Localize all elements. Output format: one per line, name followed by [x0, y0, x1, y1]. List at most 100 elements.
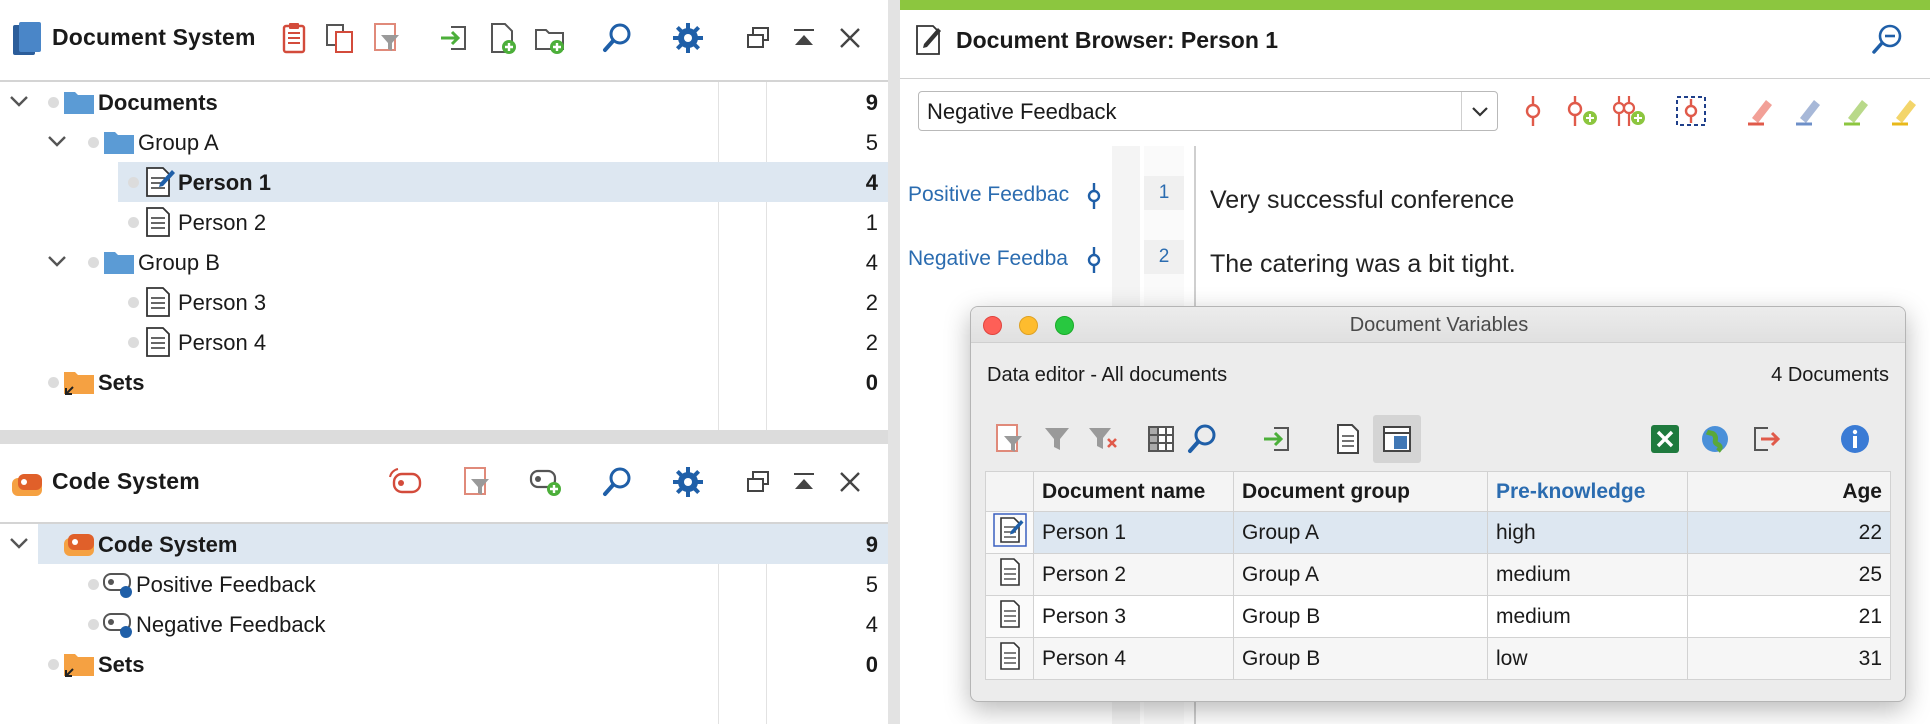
cell-document-group[interactable]: Group B	[1233, 595, 1488, 638]
filter-codes-icon[interactable]	[456, 462, 496, 502]
code-marker-icon[interactable]	[1084, 245, 1104, 275]
code-selector-dropdown[interactable]: Negative Feedback	[918, 91, 1498, 131]
table-row[interactable]: Person 3 Group B medium 21	[985, 595, 1891, 638]
cell-document-name[interactable]: Person 4	[1033, 637, 1234, 680]
cell-pre-knowledge[interactable]: low	[1487, 637, 1688, 680]
tree-row-group-a[interactable]: Group A 5	[0, 122, 888, 162]
new-document-group-icon[interactable]	[530, 18, 570, 58]
table-row[interactable]: Person 4 Group B low 31	[985, 637, 1891, 680]
activate-documents-icon[interactable]	[274, 18, 314, 58]
export-icon[interactable]	[1741, 415, 1789, 463]
cell-pre-knowledge[interactable]: medium	[1487, 553, 1688, 596]
cell-pre-knowledge[interactable]: medium	[1487, 595, 1688, 638]
cell-document-name[interactable]: Person 1	[1033, 511, 1234, 554]
tree-label: Person 3	[178, 290, 267, 315]
chevron-down-icon[interactable]	[6, 88, 32, 114]
highlighter-yellow-icon[interactable]	[1886, 92, 1924, 130]
cell-age[interactable]: 31	[1687, 637, 1891, 680]
row-icon-cell[interactable]	[985, 511, 1034, 554]
coding-stripe-label[interactable]: Negative Feedba	[908, 247, 1080, 271]
tree-row-code-system[interactable]: Code System 9	[38, 524, 888, 564]
clear-filter-icon[interactable]	[1079, 415, 1127, 463]
globe-export-icon[interactable]	[1691, 415, 1739, 463]
collapse-panel-icon[interactable]	[784, 18, 824, 58]
chevron-down-icon[interactable]	[44, 248, 70, 274]
cell-age[interactable]: 21	[1687, 595, 1891, 638]
tree-count: 5	[865, 130, 878, 155]
code-marker-icon[interactable]	[1514, 92, 1552, 130]
close-panel-icon[interactable]	[830, 462, 870, 502]
new-code-icon[interactable]	[526, 462, 566, 502]
code-marker-icon[interactable]	[1084, 181, 1104, 211]
column-header[interactable]: Document group	[1233, 471, 1488, 512]
undock-window-icon[interactable]	[738, 18, 778, 58]
active-window-bar	[900, 0, 1930, 10]
cell-document-group[interactable]: Group A	[1233, 553, 1488, 596]
multi-code-marker-icon[interactable]	[1610, 92, 1648, 130]
tree-row-person-4[interactable]: Person 4 2	[0, 322, 888, 362]
cell-age[interactable]: 25	[1687, 553, 1891, 596]
cell-pre-knowledge[interactable]: high	[1487, 511, 1688, 554]
import-icon[interactable]	[434, 18, 474, 58]
filter-document-icon[interactable]	[985, 415, 1033, 463]
tree-row-person-2[interactable]: Person 2 1	[0, 202, 888, 242]
add-code-marker-icon[interactable]	[1562, 92, 1600, 130]
selection-marker-icon[interactable]	[1672, 92, 1710, 130]
row-icon-cell[interactable]	[985, 595, 1034, 638]
dropdown-arrow[interactable]	[1461, 92, 1497, 130]
info-icon[interactable]	[1831, 415, 1879, 463]
tree-row-person-1[interactable]: Person 1 4	[118, 162, 888, 202]
cell-document-name[interactable]: Person 3	[1033, 595, 1234, 638]
cell-document-group[interactable]: Group A	[1233, 511, 1488, 554]
tree-row-group-b[interactable]: Group B 4	[0, 242, 888, 282]
highlighter-green-icon[interactable]	[1838, 92, 1876, 130]
data-view-toggle-icon[interactable]	[1373, 415, 1421, 463]
highlighter-red-icon[interactable]	[1742, 92, 1780, 130]
column-header[interactable]: Age	[1687, 471, 1891, 512]
tree-row-negative-feedback[interactable]: Negative Feedback 4	[0, 604, 888, 644]
tree-count: 1	[865, 210, 878, 235]
cell-document-group[interactable]: Group B	[1233, 637, 1488, 680]
search-icon[interactable]	[1179, 415, 1227, 463]
vertical-splitter[interactable]	[888, 0, 900, 724]
close-panel-icon[interactable]	[830, 18, 870, 58]
coding-stripe-label[interactable]: Positive Feedbac	[908, 183, 1080, 207]
tree-row-documents[interactable]: Documents 9	[0, 82, 888, 122]
search-icon[interactable]	[598, 462, 638, 502]
window-titlebar[interactable]: Document Variables	[971, 307, 1905, 343]
document-list-icon[interactable]	[1325, 415, 1373, 463]
row-icon-cell[interactable]	[985, 553, 1034, 596]
row-icon-cell[interactable]	[985, 637, 1034, 680]
column-header[interactable]: Pre-knowledge	[1487, 471, 1688, 512]
chevron-down-icon[interactable]	[44, 128, 70, 154]
filter-documents-icon[interactable]	[366, 18, 406, 58]
cell-age[interactable]: 22	[1687, 511, 1891, 554]
tree-row-code-sets[interactable]: Sets 0	[0, 644, 888, 684]
tree-count: 0	[865, 370, 878, 395]
search-icon[interactable]	[598, 18, 638, 58]
zoom-out-icon[interactable]	[1870, 22, 1910, 58]
sets-folder-icon	[64, 372, 94, 395]
horizontal-splitter[interactable]	[0, 430, 888, 444]
new-document-icon[interactable]	[482, 18, 522, 58]
tree-row-sets[interactable]: Sets 0	[0, 362, 888, 402]
chevron-down-icon[interactable]	[6, 530, 32, 556]
copy-documents-icon[interactable]	[320, 18, 360, 58]
settings-gear-icon[interactable]	[668, 18, 708, 58]
tree-row-person-3[interactable]: Person 3 2	[0, 282, 888, 322]
highlighter-blue-icon[interactable]	[1790, 92, 1828, 130]
filter-icon[interactable]	[1033, 415, 1081, 463]
cell-document-name[interactable]: Person 2	[1033, 553, 1234, 596]
column-header[interactable]: Document name	[1033, 471, 1234, 512]
collapse-panel-icon[interactable]	[784, 462, 824, 502]
import-data-icon[interactable]	[1253, 415, 1301, 463]
table-row[interactable]: Person 1 Group A high 22	[985, 511, 1891, 554]
tree-count: 5	[865, 572, 878, 597]
table-row[interactable]: Person 2 Group A medium 25	[985, 553, 1891, 596]
variable-list-icon[interactable]	[1137, 415, 1185, 463]
tree-row-positive-feedback[interactable]: Positive Feedback 5	[0, 564, 888, 604]
settings-gear-icon[interactable]	[668, 462, 708, 502]
undock-window-icon[interactable]	[738, 462, 778, 502]
excel-export-icon[interactable]	[1641, 415, 1689, 463]
activate-codes-icon[interactable]	[386, 462, 426, 502]
